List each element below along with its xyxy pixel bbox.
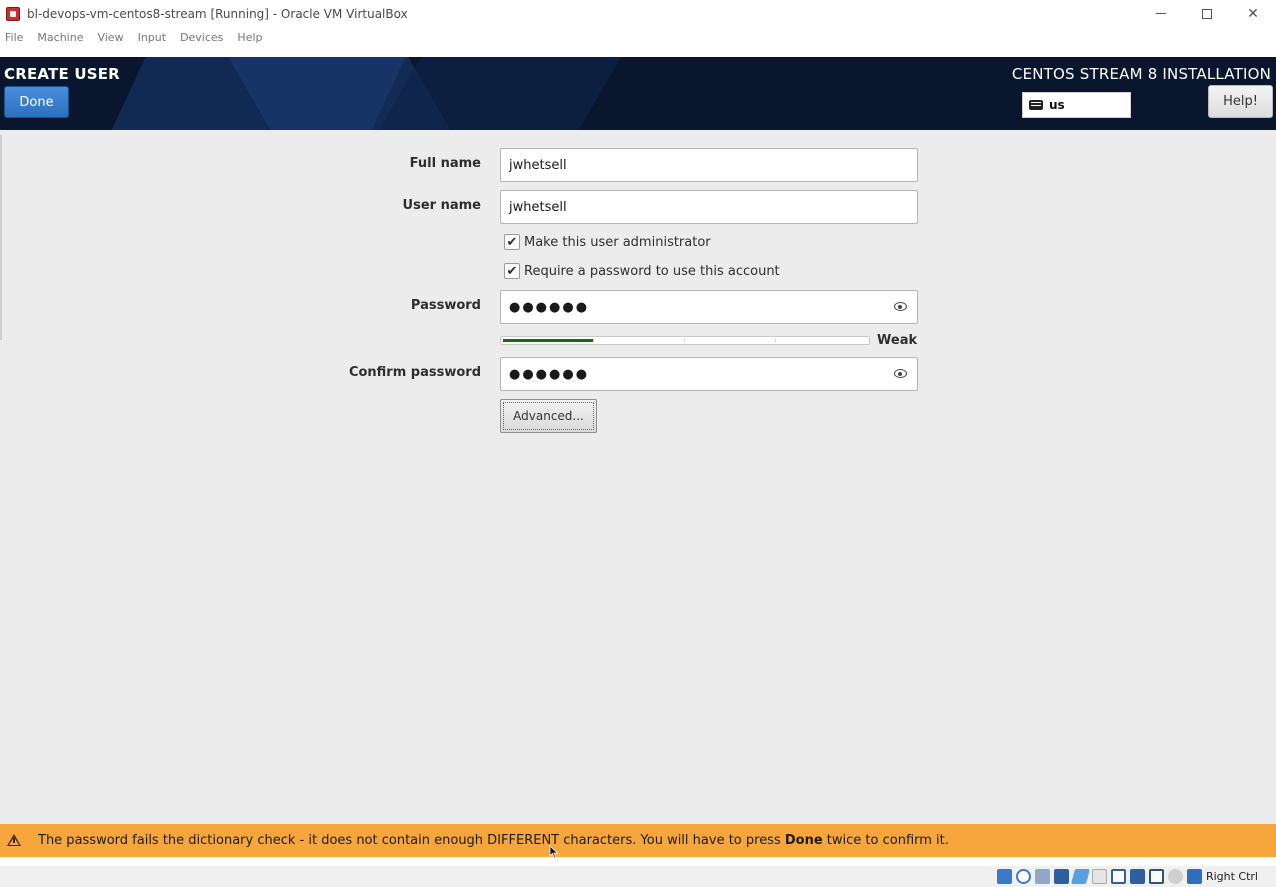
keyboard-layout-label: us	[1049, 98, 1065, 112]
maximize-icon	[1202, 8, 1212, 19]
password-mask: ●●●●●●	[509, 299, 590, 315]
audio-icon[interactable]	[1034, 869, 1050, 884]
help-button[interactable]: Help!	[1208, 85, 1273, 118]
virtualization-icon[interactable]	[1148, 869, 1164, 884]
warning-icon	[7, 834, 21, 847]
warning-text-start: The password fails the dictionary check …	[38, 833, 785, 848]
checkmark-icon: ✔	[506, 234, 518, 250]
menu-help[interactable]: Help	[237, 31, 262, 44]
admin-checkbox-label: Make this user administrator	[524, 234, 711, 250]
sidebar-edge	[0, 135, 2, 340]
warning-bar: The password fails the dictionary check …	[0, 824, 1276, 857]
maximize-button[interactable]	[1184, 0, 1230, 27]
warning-text-end: twice to confirm it.	[822, 833, 949, 848]
password-field[interactable]: ●●●●●●	[500, 290, 918, 324]
keyboard-layout-indicator[interactable]: us	[1022, 92, 1131, 118]
window-title: bl-devops-vm-centos8-stream [Running] - …	[27, 6, 408, 21]
admin-checkbox-row[interactable]: ✔ Make this user administrator	[504, 234, 711, 250]
keyboard-icon	[1029, 100, 1043, 110]
menu-devices[interactable]: Devices	[180, 31, 223, 44]
require-password-checkbox[interactable]: ✔	[504, 263, 520, 279]
strength-segment-divider	[593, 339, 594, 342]
strength-segment-divider	[684, 339, 685, 342]
confirm-password-label: Confirm password	[348, 365, 481, 380]
close-icon: ✕	[1247, 5, 1259, 22]
mouse-cursor-icon	[549, 845, 559, 859]
require-password-label: Require a password to use this account	[524, 263, 780, 279]
password-strength-fill	[503, 339, 594, 342]
minimize-button[interactable]	[1138, 0, 1184, 27]
strength-segment-divider	[775, 339, 776, 342]
menu-view[interactable]: View	[97, 31, 123, 44]
hard-disk-icon[interactable]	[996, 869, 1012, 884]
virtualbox-window: bl-devops-vm-centos8-stream [Running] - …	[0, 0, 1276, 887]
menu-file[interactable]: File	[5, 31, 23, 44]
installer-header: CREATE USER Done CENTOS STREAM 8 INSTALL…	[0, 57, 1276, 130]
product-title: CENTOS STREAM 8 INSTALLATION	[1011, 65, 1271, 83]
user-name-label: User name	[402, 198, 481, 213]
full-name-value: jwhetsell	[509, 157, 567, 173]
user-name-value: jwhetsell	[509, 199, 567, 215]
header-decoration	[378, 57, 622, 130]
network-icon[interactable]	[1053, 869, 1069, 884]
usb-icon[interactable]	[1070, 869, 1090, 884]
require-password-checkbox-row[interactable]: ✔ Require a password to use this account	[504, 263, 780, 279]
mouse-integration-icon[interactable]	[1167, 869, 1183, 884]
display-icon[interactable]	[1110, 869, 1126, 884]
password-label: Password	[410, 298, 481, 313]
host-key-label: Right Ctrl	[1205, 870, 1258, 883]
menu-input[interactable]: Input	[138, 31, 166, 44]
advanced-button[interactable]: Advanced...	[500, 399, 597, 433]
checkmark-icon: ✔	[506, 263, 518, 279]
keyboard-capture-icon[interactable]	[1186, 869, 1202, 884]
confirm-password-field[interactable]: ●●●●●●	[500, 357, 918, 391]
close-button[interactable]: ✕	[1230, 0, 1276, 27]
title-bar: bl-devops-vm-centos8-stream [Running] - …	[0, 0, 1276, 27]
virtualbox-logo-icon	[5, 6, 21, 22]
shared-folders-icon[interactable]	[1091, 869, 1107, 884]
minimize-icon	[1156, 13, 1166, 14]
user-name-field[interactable]: jwhetsell	[500, 190, 918, 224]
video-capture-icon[interactable]	[1129, 869, 1145, 884]
spoke-title: CREATE USER	[4, 65, 120, 83]
guest-display: CREATE USER Done CENTOS STREAM 8 INSTALL…	[0, 57, 1276, 857]
done-button[interactable]: Done	[4, 86, 69, 118]
full-name-field[interactable]: jwhetsell	[500, 148, 918, 182]
show-password-icon[interactable]	[894, 369, 907, 378]
status-bar: Right Ctrl	[0, 866, 1276, 887]
show-password-icon[interactable]	[894, 302, 907, 311]
window-controls: ✕	[1138, 0, 1276, 27]
full-name-label: Full name	[409, 156, 481, 171]
admin-checkbox[interactable]: ✔	[504, 234, 520, 250]
confirm-password-mask: ●●●●●●	[509, 366, 590, 382]
optical-drive-icon[interactable]	[1015, 869, 1031, 884]
password-strength-bar	[500, 336, 870, 345]
password-strength-label: Weak	[877, 333, 918, 348]
menu-bar: File Machine View Input Devices Help	[0, 27, 1276, 48]
warning-message[interactable]: The password fails the dictionary check …	[38, 833, 949, 848]
warning-text-bold: Done	[784, 833, 823, 848]
menu-machine[interactable]: Machine	[37, 31, 83, 44]
